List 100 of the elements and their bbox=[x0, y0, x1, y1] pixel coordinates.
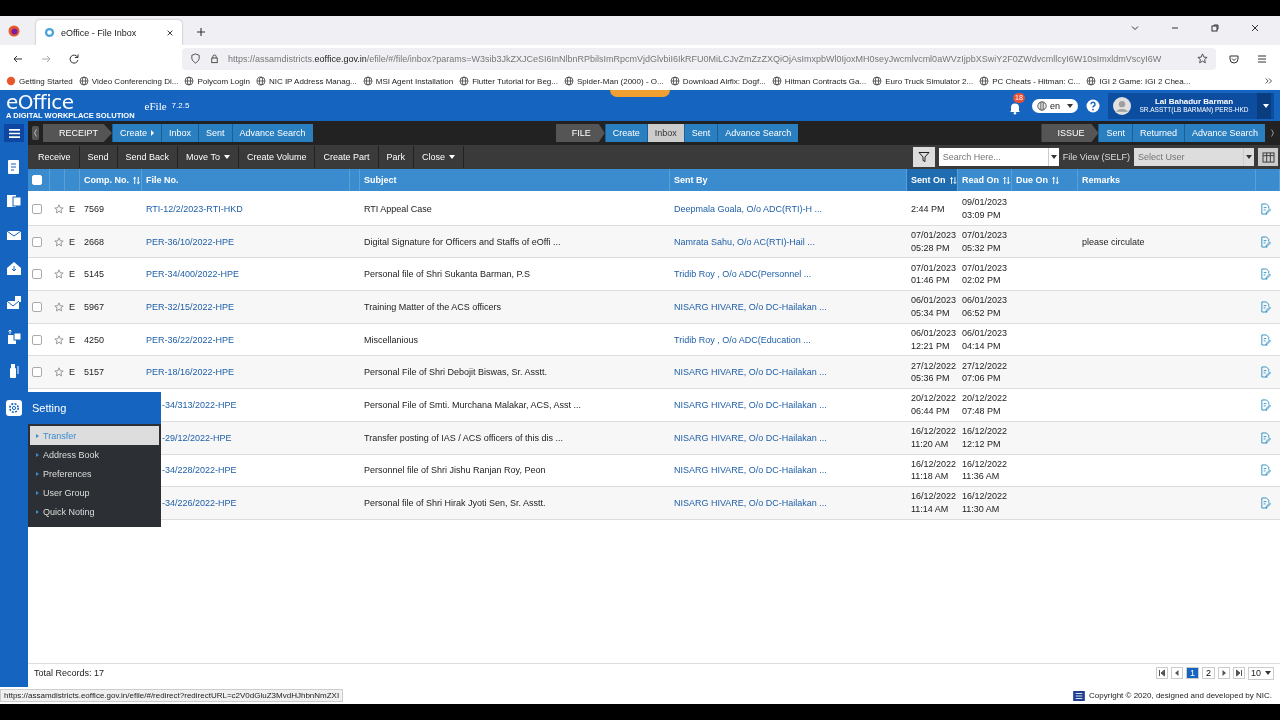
nav-tab[interactable]: Advance Search bbox=[231, 124, 313, 142]
help-icon[interactable] bbox=[1086, 98, 1100, 113]
language-selector[interactable]: en bbox=[1032, 98, 1078, 113]
sender-link[interactable]: NISARG HIVARE, O/o DC-Hailakan ... bbox=[674, 465, 827, 476]
nav-tab[interactable]: Returned bbox=[1131, 124, 1184, 142]
row-checkbox[interactable] bbox=[32, 367, 42, 378]
column-header[interactable]: Due On bbox=[1012, 169, 1078, 191]
page-button[interactable]: 1 bbox=[1185, 667, 1199, 679]
edit-document-icon[interactable] bbox=[1260, 300, 1271, 313]
new-tab-icon[interactable] bbox=[196, 27, 206, 37]
sender-link[interactable]: Tridib Roy , O/o ADC(Personnel ... bbox=[674, 269, 812, 280]
chevron-down-icon[interactable] bbox=[1130, 23, 1140, 33]
nav-tab[interactable]: Advance Search bbox=[717, 124, 799, 142]
nav-tab[interactable]: Advance Search bbox=[1183, 124, 1265, 142]
browser-tab[interactable]: eOffice - File Inbox bbox=[36, 20, 182, 45]
menu-item[interactable]: Preferences bbox=[30, 464, 159, 483]
column-header[interactable]: Read On bbox=[958, 169, 1012, 191]
star-icon[interactable] bbox=[54, 367, 64, 378]
more-bookmarks-icon[interactable] bbox=[1264, 76, 1274, 86]
file-link[interactable]: -34/228/2022-HPE bbox=[162, 465, 237, 476]
bookmark[interactable]: Getting Started bbox=[6, 76, 73, 86]
edit-document-icon[interactable] bbox=[1260, 431, 1271, 444]
edit-document-icon[interactable] bbox=[1260, 497, 1271, 510]
file-link[interactable]: -34/313/2022-HPE bbox=[162, 399, 237, 410]
file-link[interactable]: RTI-12/2/2023-RTI-HKD bbox=[146, 203, 243, 214]
previous-page-icon[interactable] bbox=[1170, 667, 1183, 679]
upload-icon[interactable] bbox=[5, 328, 23, 346]
bookmark-star-icon[interactable] bbox=[1197, 53, 1208, 64]
edit-document-icon[interactable] bbox=[1260, 464, 1271, 477]
page-size-select[interactable]: 10 bbox=[1248, 666, 1274, 680]
dropdown-button[interactable] bbox=[1047, 148, 1059, 166]
scroll-left-icon[interactable] bbox=[32, 126, 39, 140]
star-icon[interactable] bbox=[54, 203, 64, 214]
sender-link[interactable]: Deepmala Goala, O/o ADC(RTI)-H ... bbox=[674, 203, 822, 214]
file-link[interactable]: PER-36/22/2022-HPE bbox=[146, 334, 235, 345]
edit-document-icon[interactable] bbox=[1260, 268, 1271, 281]
bookmark[interactable]: Spider-Man (2000) - O... bbox=[564, 76, 664, 86]
sender-link[interactable]: Namrata Sahu, O/o AC(RTI)-Hail ... bbox=[674, 236, 815, 247]
first-page-icon[interactable] bbox=[1155, 667, 1168, 679]
bookmark[interactable]: IGI 2 Game: IGI 2 Chea... bbox=[1086, 76, 1191, 86]
bookmark[interactable]: Polycom Login bbox=[184, 76, 250, 86]
bookmark[interactable]: Hitman Contracts Ga... bbox=[771, 76, 867, 86]
dropdown-button[interactable] bbox=[1257, 92, 1271, 119]
page-button[interactable]: 2 bbox=[1201, 667, 1215, 679]
filter-button[interactable] bbox=[912, 147, 935, 167]
file-link[interactable]: PER-36/10/2022-HPE bbox=[146, 236, 235, 247]
last-page-icon[interactable] bbox=[1233, 667, 1245, 679]
menu-item[interactable]: Address Book bbox=[30, 445, 159, 464]
row-checkbox[interactable] bbox=[32, 269, 42, 280]
nav-tab[interactable]: Sent bbox=[198, 124, 232, 142]
close-icon[interactable] bbox=[1250, 23, 1260, 33]
nav-tab[interactable]: Inbox bbox=[646, 124, 684, 142]
star-icon[interactable] bbox=[54, 236, 64, 247]
search-field[interactable]: Search Here... bbox=[938, 148, 1048, 166]
reload-icon[interactable] bbox=[68, 52, 80, 65]
lock-icon[interactable] bbox=[209, 53, 220, 64]
column-header[interactable]: Sent On bbox=[907, 169, 958, 191]
file-link[interactable]: -29/12/2022-HPE bbox=[162, 432, 232, 443]
address-bar[interactable]: https://assamdistricts.eoffice.gov.in/efile/#/file/inbox?params=W3sib3JkZXJCeSI6InNlbnRPbilsImRpcmVjdGlvbiI6IkRFU0MiLCJvZmZzZXQiOjAsImxpbWl0IjoxMH0seyJwcmlvcml0aWVzIjpbXSwiY2F0ZWdvcmllcyI6W10sImxldmVscyI6W bbox=[182, 47, 1216, 70]
dropdown-button[interactable] bbox=[1243, 148, 1254, 166]
bookmark[interactable]: Download Airfix: Dogf... bbox=[669, 76, 766, 86]
sender-link[interactable]: NISARG HIVARE, O/o DC-Hailakan ... bbox=[674, 432, 827, 443]
nav-tab[interactable]: Create bbox=[604, 124, 647, 142]
edit-document-icon[interactable] bbox=[1260, 333, 1271, 346]
file-link[interactable]: PER-34/400/2022-HPE bbox=[146, 269, 240, 280]
nav-tab[interactable]: Create bbox=[112, 124, 162, 142]
restore-icon[interactable] bbox=[1210, 23, 1220, 33]
edit-document-icon[interactable] bbox=[1260, 235, 1271, 248]
sender-link[interactable]: NISARG HIVARE, O/o DC-Hailakan ... bbox=[674, 367, 827, 378]
edit-document-icon[interactable] bbox=[1260, 202, 1271, 215]
pull-tab[interactable] bbox=[610, 90, 670, 97]
menu-item[interactable]: User Group bbox=[30, 483, 159, 502]
file-link[interactable]: PER-18/16/2022-HPE bbox=[146, 367, 235, 378]
pocket-icon[interactable] bbox=[1228, 52, 1240, 65]
browser-logo-icon[interactable] bbox=[8, 25, 20, 37]
inbox-icon[interactable] bbox=[5, 260, 23, 278]
edit-document-icon[interactable] bbox=[1260, 398, 1271, 411]
bookmark[interactable]: Flutter Tutorial for Beg... bbox=[459, 76, 558, 86]
shield-icon[interactable] bbox=[190, 53, 201, 64]
sender-link[interactable]: NISARG HIVARE, O/o DC-Hailakan ... bbox=[674, 301, 827, 312]
star-icon[interactable] bbox=[54, 334, 64, 345]
columns-button[interactable] bbox=[1258, 148, 1278, 166]
bookmark[interactable]: Euro Truck Simulator 2... bbox=[872, 76, 974, 86]
menu-button[interactable] bbox=[4, 124, 24, 142]
sender-link[interactable]: NISARG HIVARE, O/o DC-Hailakan ... bbox=[674, 399, 827, 410]
file-link[interactable]: PER-32/15/2022-HPE bbox=[146, 301, 235, 312]
star-icon[interactable] bbox=[54, 301, 64, 312]
sender-link[interactable]: Tridib Roy , O/o ADC(Education ... bbox=[674, 334, 811, 345]
select-all-checkbox[interactable] bbox=[32, 175, 42, 185]
file-icon[interactable] bbox=[5, 192, 23, 210]
column-header[interactable]: Comp. No. bbox=[80, 169, 142, 191]
row-checkbox[interactable] bbox=[32, 203, 42, 214]
close-tab-icon[interactable] bbox=[166, 28, 174, 37]
edit-document-icon[interactable] bbox=[1260, 366, 1271, 379]
file-link[interactable]: -34/226/2022-HPE bbox=[162, 498, 237, 509]
bookmark[interactable]: Video Conferencing Di... bbox=[78, 76, 179, 86]
star-icon[interactable] bbox=[54, 269, 64, 280]
next-page-icon[interactable] bbox=[1218, 667, 1230, 679]
nav-tab[interactable]: Inbox bbox=[161, 124, 199, 142]
settings-icon[interactable] bbox=[6, 400, 22, 416]
